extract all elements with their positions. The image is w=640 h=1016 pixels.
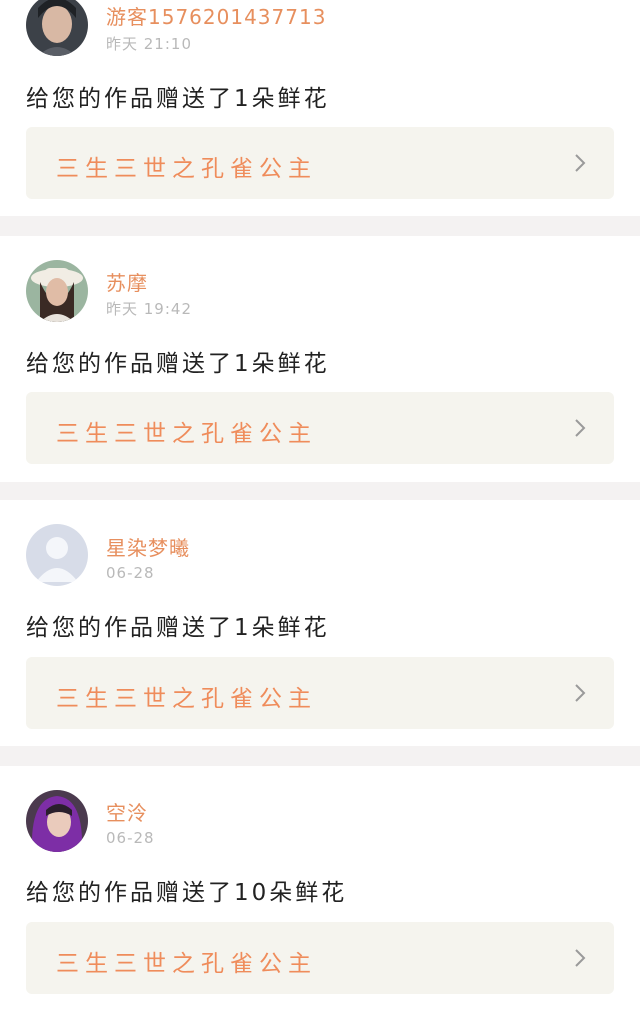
notification-card: 苏摩 昨天 19:42 给您的作品赠送了1朵鲜花 三生三世之孔雀公主 <box>0 236 640 482</box>
avatar[interactable] <box>26 0 88 56</box>
notification-card: 星染梦曦 06-28 给您的作品赠送了1朵鲜花 三生三世之孔雀公主 <box>0 500 640 746</box>
gift-message: 给您的作品赠送了1朵鲜花 <box>26 86 330 112</box>
default-avatar-icon <box>26 524 88 586</box>
gift-message: 给您的作品赠送了1朵鲜花 <box>26 615 330 641</box>
work-title: 三生三世之孔雀公主 <box>56 951 317 977</box>
work-link[interactable]: 三生三世之孔雀公主 <box>26 127 614 199</box>
avatar[interactable] <box>26 524 88 586</box>
chevron-right-icon <box>575 684 586 702</box>
timestamp: 昨天 19:42 <box>106 300 192 318</box>
username[interactable]: 星染梦曦 <box>106 532 190 561</box>
chevron-right-icon <box>575 419 586 437</box>
timestamp: 昨天 21:10 <box>106 35 192 53</box>
work-title: 三生三世之孔雀公主 <box>56 156 317 182</box>
work-link[interactable]: 三生三世之孔雀公主 <box>26 922 614 994</box>
work-title: 三生三世之孔雀公主 <box>56 421 317 447</box>
timestamp: 06-28 <box>106 829 155 847</box>
avatar-photo-icon <box>26 260 88 322</box>
avatar[interactable] <box>26 790 88 852</box>
gift-message: 给您的作品赠送了10朵鲜花 <box>26 880 348 906</box>
gift-notification-feed: 游客15762014377​13 昨天 21:10 给您的作品赠送了1朵鲜花 三… <box>0 0 640 1016</box>
gift-message: 给您的作品赠送了1朵鲜花 <box>26 351 330 377</box>
work-link[interactable]: 三生三世之孔雀公主 <box>26 657 614 729</box>
work-title: 三生三世之孔雀公主 <box>56 686 317 712</box>
notification-card: 空泠 06-28 给您的作品赠送了10朵鲜花 三生三世之孔雀公主 <box>0 766 640 1016</box>
timestamp: 06-28 <box>106 564 155 582</box>
username[interactable]: 游客15762014377​13 <box>106 1 326 30</box>
avatar-photo-icon <box>26 790 88 852</box>
avatar-photo-icon <box>26 0 88 56</box>
username[interactable]: 苏摩 <box>106 267 148 296</box>
avatar[interactable] <box>26 260 88 322</box>
work-link[interactable]: 三生三世之孔雀公主 <box>26 392 614 464</box>
username[interactable]: 空泠 <box>106 797 148 826</box>
chevron-right-icon <box>575 154 586 172</box>
notification-card: 游客15762014377​13 昨天 21:10 给您的作品赠送了1朵鲜花 三… <box>0 0 640 216</box>
chevron-right-icon <box>575 949 586 967</box>
